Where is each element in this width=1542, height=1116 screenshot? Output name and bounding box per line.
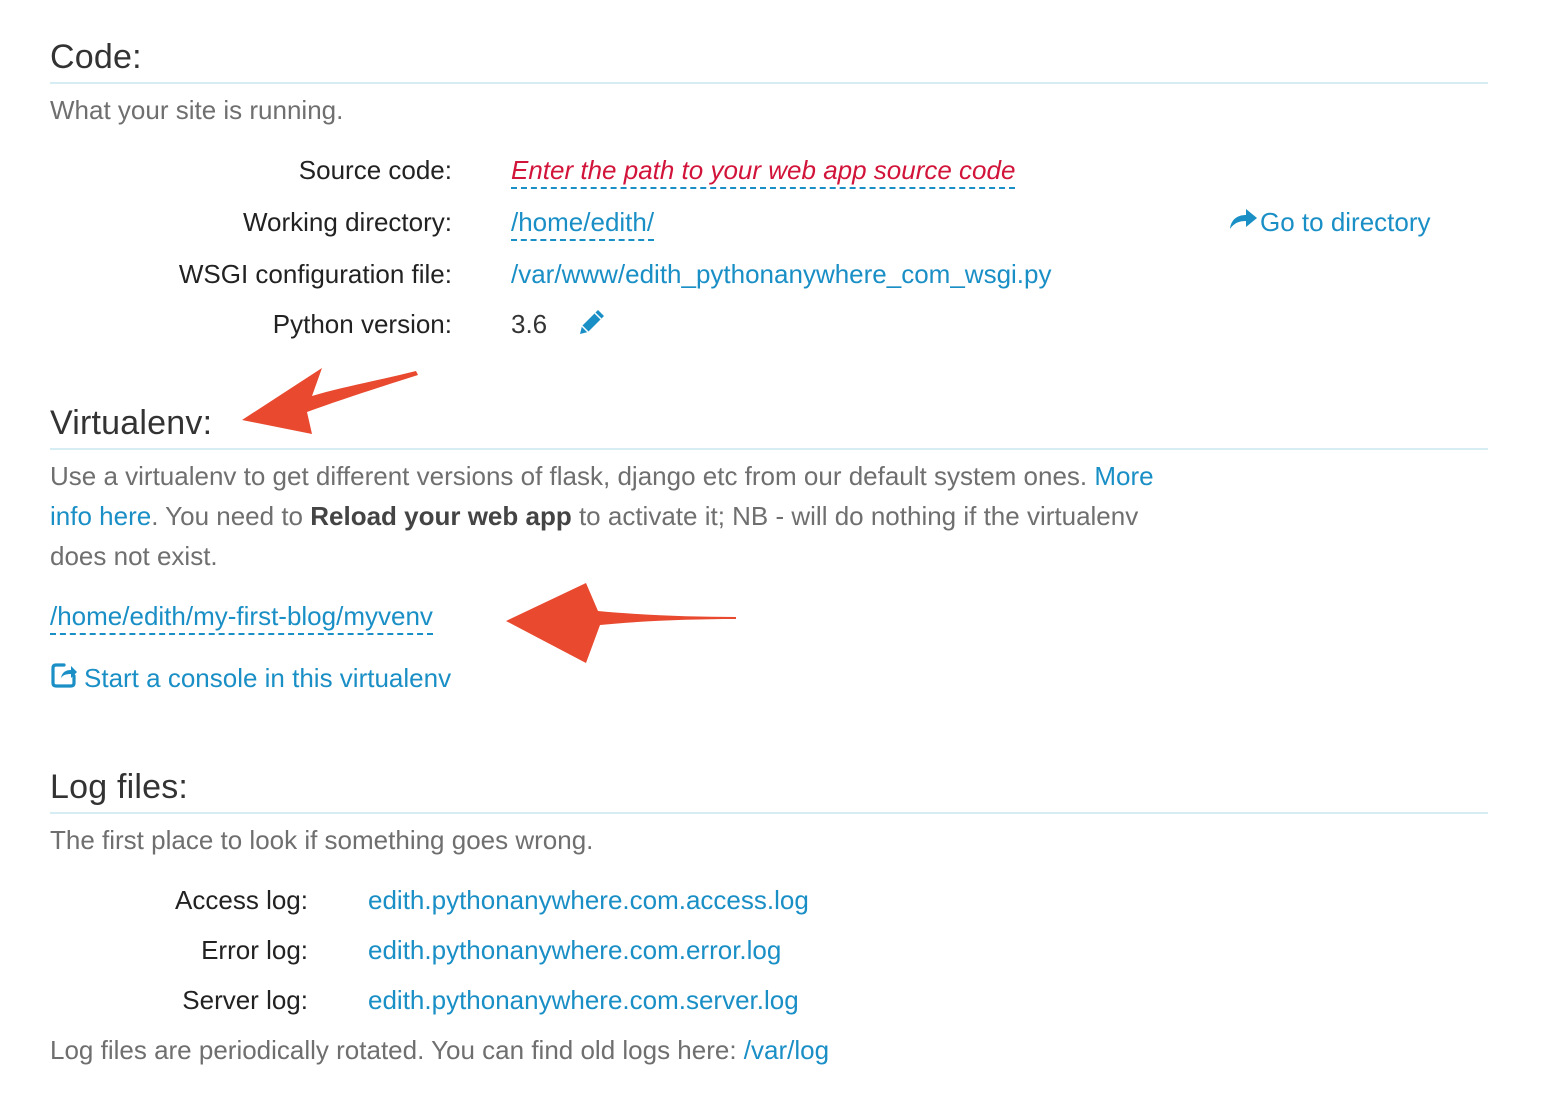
error-log-link[interactable]: edith.pythonanywhere.com.error.log — [368, 935, 781, 966]
code-section-title: Code: — [50, 38, 142, 76]
python-version-value: 3.6 — [511, 309, 548, 339]
wsgi-config-link[interactable]: /var/www/edith_pythonanywhere_com_wsgi.p… — [511, 259, 1052, 290]
error-log-label: Error log: — [201, 935, 308, 965]
pencil-icon[interactable] — [576, 306, 608, 343]
start-console-label: Start a console in this virtualenv — [84, 663, 452, 693]
virtualenv-description-text-1: Use a virtualenv to get different versio… — [50, 461, 1095, 491]
log-files-section-divider — [50, 812, 1488, 814]
code-section-subtitle: What your site is running. — [50, 95, 344, 125]
log-files-subtitle: The first place to look if something goe… — [50, 825, 594, 855]
wsgi-config-label: WSGI configuration file: — [178, 259, 452, 289]
python-version-label: Python version: — [272, 309, 452, 339]
annotation-arrow-virtualenv-path — [506, 583, 736, 663]
virtualenv-description: Use a virtualenv to get different versio… — [50, 456, 1160, 576]
virtualenv-path-input[interactable]: /home/edith/my-first-blog/myvenv — [50, 601, 433, 635]
virtualenv-description-text-2: . You need to — [151, 501, 311, 531]
log-files-section-title: Log files: — [50, 768, 189, 806]
go-to-directory-label: Go to directory — [1260, 207, 1431, 237]
access-log-label: Access log: — [175, 885, 308, 915]
annotation-arrow-virtualenv-title — [242, 368, 418, 434]
log-rotation-text: Log files are periodically rotated. You … — [50, 1035, 744, 1065]
working-directory-label: Working directory: — [242, 207, 452, 237]
log-rotation-note: Log files are periodically rotated. You … — [50, 1035, 829, 1066]
start-console-link[interactable]: Start a console in this virtualenv — [50, 663, 451, 696]
working-directory-input[interactable]: /home/edith/ — [511, 207, 655, 241]
share-arrow-icon — [1228, 207, 1258, 238]
reload-web-app-text: Reload your web app — [310, 501, 572, 531]
source-code-input[interactable]: Enter the path to your web app source co… — [511, 155, 1016, 189]
server-log-label: Server log: — [182, 985, 308, 1015]
code-section-divider — [50, 82, 1488, 84]
external-link-icon — [50, 661, 78, 696]
access-log-link[interactable]: edith.pythonanywhere.com.access.log — [368, 885, 809, 916]
old-logs-link[interactable]: /var/log — [744, 1035, 829, 1065]
go-to-directory-link[interactable]: Go to directory — [1228, 207, 1431, 238]
virtualenv-section-title: Virtualenv: — [50, 404, 213, 442]
server-log-link[interactable]: edith.pythonanywhere.com.server.log — [368, 985, 799, 1016]
source-code-label: Source code: — [298, 155, 452, 185]
